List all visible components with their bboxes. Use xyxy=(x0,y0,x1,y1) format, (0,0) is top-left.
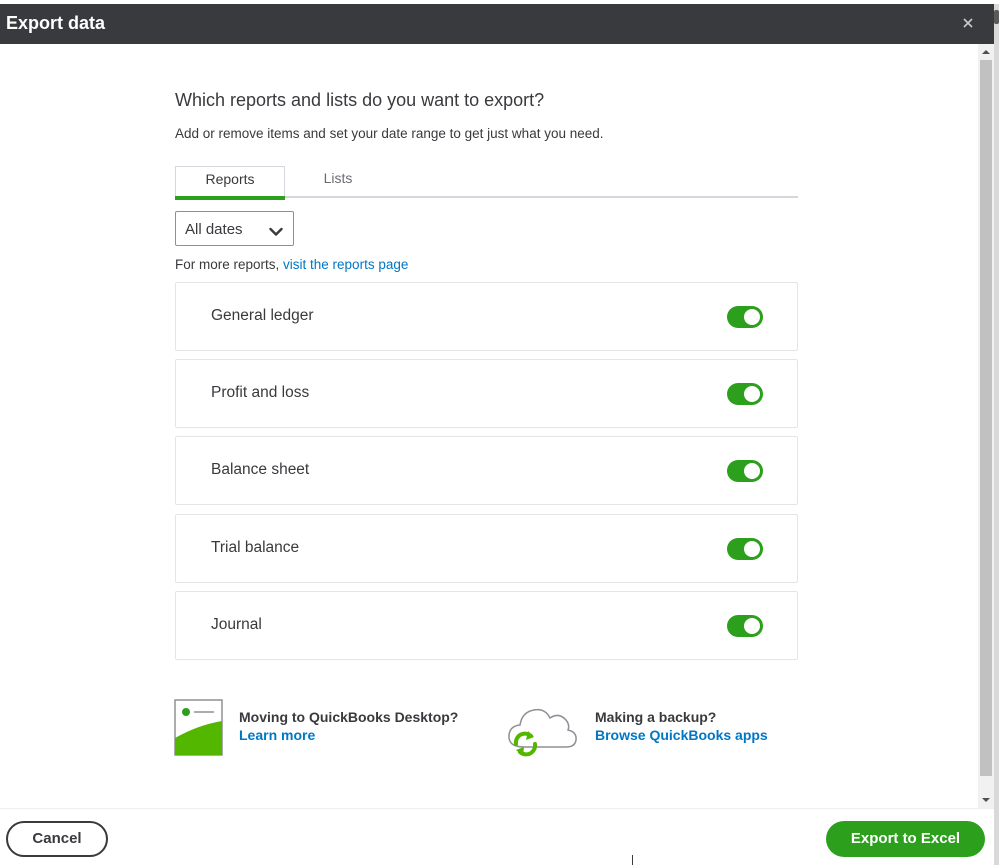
date-range-value: All dates xyxy=(185,221,243,238)
tab-reports[interactable]: Reports xyxy=(175,166,285,200)
promo-backup-title: Making a backup? xyxy=(595,709,717,725)
report-label: Journal xyxy=(211,616,262,633)
desktop-window-icon xyxy=(174,699,223,756)
vertical-scrollbar[interactable] xyxy=(978,44,994,808)
scrollbar-thumb[interactable] xyxy=(980,60,992,776)
tab-bar: Reports Lists xyxy=(175,166,798,200)
report-row-journal: Journal xyxy=(175,591,798,660)
toggle-knob xyxy=(744,618,760,634)
promo-backup: Making a backup? Browse QuickBooks apps xyxy=(595,709,768,743)
report-row-balance-sheet: Balance sheet xyxy=(175,436,798,505)
toggle-knob xyxy=(744,463,760,479)
report-label: Profit and loss xyxy=(211,384,310,401)
export-to-excel-button[interactable]: Export to Excel xyxy=(826,821,985,857)
window-edge-indicator xyxy=(994,10,999,24)
dialog-title: Export data xyxy=(6,13,106,33)
reports-page-link[interactable]: visit the reports page xyxy=(283,257,408,272)
general-ledger-toggle[interactable] xyxy=(727,306,763,328)
toggle-knob xyxy=(744,541,760,557)
chevron-down-icon xyxy=(269,224,283,236)
date-range-dropdown[interactable]: All dates xyxy=(175,211,294,246)
scroll-up-arrow-icon[interactable] xyxy=(978,44,994,60)
browse-apps-link[interactable]: Browse QuickBooks apps xyxy=(595,727,768,743)
window-edge xyxy=(994,4,999,865)
profit-and-loss-toggle[interactable] xyxy=(727,383,763,405)
close-icon[interactable] xyxy=(958,13,978,33)
promo-desktop: Moving to QuickBooks Desktop? Learn more xyxy=(239,709,458,743)
journal-toggle[interactable] xyxy=(727,615,763,637)
report-label: General ledger xyxy=(211,307,314,324)
report-row-trial-balance: Trial balance xyxy=(175,514,798,583)
trial-balance-toggle[interactable] xyxy=(727,538,763,560)
dialog-title-bar: Export data xyxy=(0,4,994,44)
report-label: Balance sheet xyxy=(211,461,310,478)
learn-more-link[interactable]: Learn more xyxy=(239,727,458,743)
cancel-button[interactable]: Cancel xyxy=(6,821,108,857)
tab-lists[interactable]: Lists xyxy=(285,166,391,198)
more-reports-text: For more reports, visit the reports page xyxy=(175,257,408,272)
scroll-down-arrow-icon[interactable] xyxy=(978,792,994,808)
report-label: Trial balance xyxy=(211,539,300,556)
dialog-footer: Cancel Export to Excel xyxy=(0,808,994,865)
report-row-general-ledger: General ledger xyxy=(175,282,798,351)
toggle-knob xyxy=(744,386,760,402)
balance-sheet-toggle[interactable] xyxy=(727,460,763,482)
promo-desktop-title: Moving to QuickBooks Desktop? xyxy=(239,709,459,725)
page-subheading: Add or remove items and set your date ra… xyxy=(175,126,604,141)
footer-divider xyxy=(632,855,633,865)
report-row-profit-and-loss: Profit and loss xyxy=(175,359,798,428)
cloud-sync-icon xyxy=(504,700,579,758)
page-heading: Which reports and lists do you want to e… xyxy=(175,90,545,110)
more-reports-prefix: For more reports, xyxy=(175,257,284,272)
toggle-knob xyxy=(744,309,760,325)
